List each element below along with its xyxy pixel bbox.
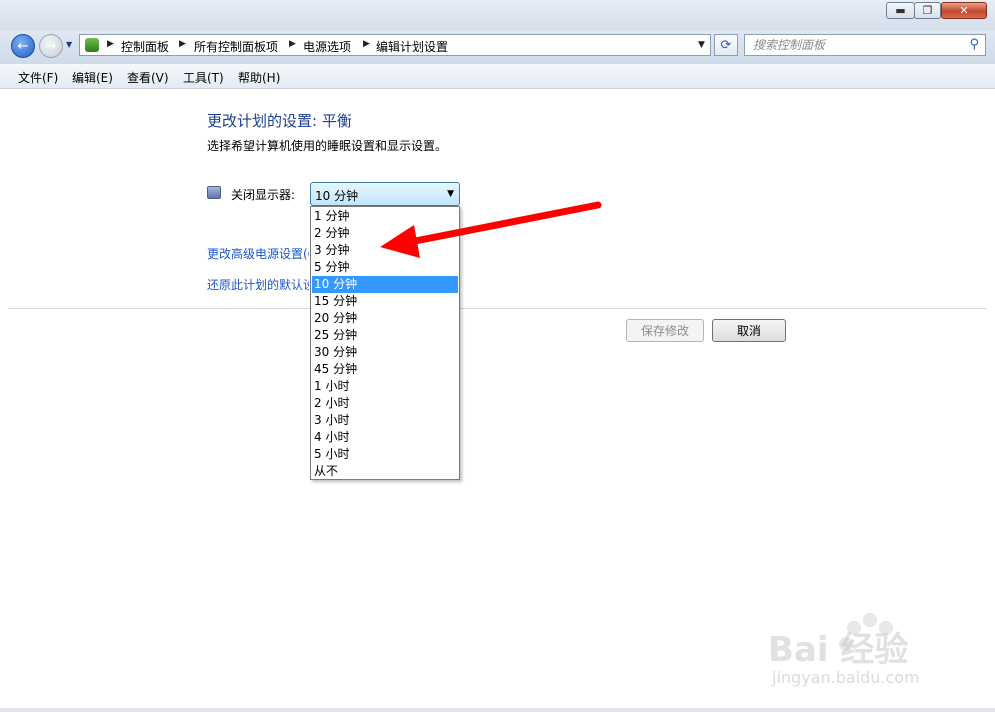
refresh-icon: ⟳ <box>720 37 732 53</box>
address-dropdown-icon[interactable]: ▼ <box>698 40 705 50</box>
dropdown-option[interactable]: 3 小时 <box>312 412 458 429</box>
search-box[interactable]: ⚲ <box>744 34 986 56</box>
dropdown-option[interactable]: 5 分钟 <box>312 259 458 276</box>
watermark-url: jingyan.baidu.com <box>772 668 920 687</box>
search-input[interactable] <box>753 37 953 53</box>
menu-file[interactable]: 文件(F) <box>18 69 58 86</box>
window-bottom-border <box>0 708 995 712</box>
cancel-button[interactable]: 取消 <box>712 319 786 342</box>
control-panel-icon <box>85 38 99 52</box>
dropdown-option[interactable]: 从不 <box>312 463 458 480</box>
refresh-button[interactable]: ⟳ <box>714 34 738 56</box>
save-changes-button[interactable]: 保存修改 <box>626 319 704 342</box>
menu-tools[interactable]: 工具(T) <box>183 69 224 86</box>
dropdown-option[interactable]: 10 分钟 <box>312 276 458 293</box>
turn-off-display-select[interactable]: 10 分钟 ▼ <box>310 182 460 206</box>
maximize-button[interactable]: ❐ <box>914 2 941 19</box>
search-icon[interactable]: ⚲ <box>969 37 979 52</box>
menu-view[interactable]: 查看(V) <box>127 69 169 86</box>
display-timeout-dropdown-list[interactable]: 1 分钟 2 分钟 3 分钟 5 分钟 10 分钟 15 分钟 20 分钟 25 分钟 30 分… <box>310 206 460 480</box>
breadcrumb-control-panel[interactable]: 控制面板 <box>121 38 169 55</box>
dropdown-option[interactable]: 45 分钟 <box>312 361 458 378</box>
forward-button[interactable]: → <box>39 34 63 58</box>
dropdown-option[interactable]: 25 分钟 <box>312 327 458 344</box>
divider <box>8 308 987 309</box>
dropdown-option[interactable]: 3 分钟 <box>312 242 458 259</box>
dropdown-option[interactable]: 15 分钟 <box>312 293 458 310</box>
advanced-power-settings-link[interactable]: 更改高级电源设置(C) <box>207 245 309 262</box>
breadcrumb-edit-plan[interactable]: 编辑计划设置 <box>376 38 448 55</box>
dropdown-option[interactable]: 2 小时 <box>312 395 458 412</box>
breadcrumb-separator-icon[interactable]: ▶ <box>289 39 296 49</box>
chevron-down-icon: ▼ <box>66 40 73 49</box>
recent-pages-dropdown[interactable]: ▼ <box>66 40 72 49</box>
maximize-icon: ❐ <box>922 4 933 17</box>
close-icon: ✕ <box>959 4 969 17</box>
watermark-text: Bai 经验 <box>768 630 909 670</box>
dropdown-option[interactable]: 30 分钟 <box>312 344 458 361</box>
minimize-icon: ▬ <box>895 4 906 17</box>
menu-bar: 文件(F) 编辑(E) 查看(V) 工具(T) 帮助(H) <box>0 64 995 89</box>
turn-off-display-label: 关闭显示器: <box>231 188 296 202</box>
breadcrumb-separator-icon[interactable]: ▶ <box>179 39 186 49</box>
dropdown-option[interactable]: 2 分钟 <box>312 225 458 242</box>
breadcrumb-separator-icon: ▶ <box>107 39 114 49</box>
minimize-button[interactable]: ▬ <box>886 2 915 19</box>
dropdown-option[interactable]: 1 分钟 <box>312 208 458 225</box>
restore-defaults-link[interactable]: 还原此计划的默认设置 <box>207 276 309 293</box>
menu-help[interactable]: 帮助(H) <box>238 69 280 86</box>
chevron-down-icon: ▼ <box>447 189 454 199</box>
title-bar <box>0 0 995 31</box>
page-title: 更改计划的设置: 平衡 <box>207 112 352 130</box>
forward-arrow-icon: → <box>45 38 57 54</box>
dropdown-option[interactable]: 4 小时 <box>312 429 458 446</box>
dropdown-option[interactable]: 1 小时 <box>312 378 458 395</box>
dropdown-option[interactable]: 20 分钟 <box>312 310 458 327</box>
breadcrumb-separator-icon[interactable]: ▶ <box>363 39 370 49</box>
back-arrow-icon: ← <box>17 38 29 54</box>
monitor-icon <box>207 186 221 199</box>
close-button[interactable]: ✕ <box>941 2 987 19</box>
selected-value: 10 分钟 <box>315 189 359 203</box>
address-bar[interactable]: ▶ 控制面板 ▶ 所有控制面板项 ▶ 电源选项 ▶ 编辑计划设置 ▼ <box>79 34 711 56</box>
menu-edit[interactable]: 编辑(E) <box>72 69 113 86</box>
page-subtitle: 选择希望计算机使用的睡眠设置和显示设置。 <box>207 139 448 153</box>
breadcrumb-power-options[interactable]: 电源选项 <box>303 38 351 55</box>
back-button[interactable]: ← <box>11 34 35 58</box>
breadcrumb-all-items[interactable]: 所有控制面板项 <box>194 38 278 55</box>
dropdown-option[interactable]: 5 小时 <box>312 446 458 463</box>
